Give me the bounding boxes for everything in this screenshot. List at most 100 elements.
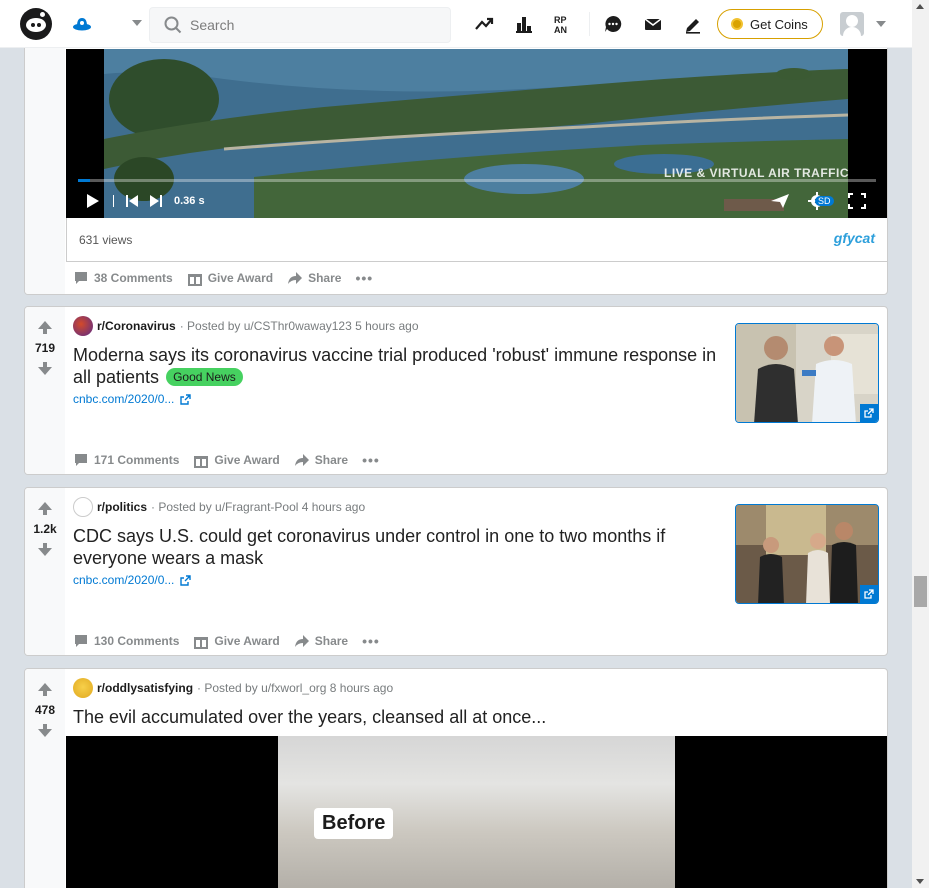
- downvote-arrow-icon[interactable]: [38, 729, 52, 737]
- post-card[interactable]: 719 r/Coronavirus · Posted by u/CSThr0wa…: [24, 306, 888, 475]
- post-title[interactable]: Moderna says its coronavirus vaccine tri…: [73, 344, 733, 388]
- vaccine-thumbnail-image: [736, 324, 878, 422]
- gift-icon: [194, 637, 209, 649]
- post-title[interactable]: The evil accumulated over the years, cle…: [73, 706, 833, 728]
- upvote-arrow-icon[interactable]: [38, 683, 52, 691]
- post-thumbnail[interactable]: [735, 323, 879, 423]
- subreddit-link[interactable]: r/politics: [97, 500, 147, 514]
- create-post-pencil-icon[interactable]: [682, 13, 704, 35]
- post-thumbnail[interactable]: [735, 504, 879, 604]
- upvote-stem: [43, 329, 47, 334]
- quality-badge: SD: [815, 196, 834, 206]
- mail-icon[interactable]: [642, 13, 664, 35]
- chat-icon[interactable]: [602, 13, 624, 35]
- more-options-icon[interactable]: •••: [362, 633, 380, 649]
- more-options-icon[interactable]: •••: [355, 270, 373, 286]
- link-text[interactable]: cnbc.com/2020/0...: [73, 392, 174, 406]
- feed-dropdown-chevron-icon[interactable]: [132, 20, 142, 26]
- posted-by[interactable]: · Posted by u/Fragrant-Pool 4 hours ago: [151, 500, 365, 514]
- give-award-button[interactable]: Give Award: [193, 452, 280, 468]
- upvote-arrow-icon[interactable]: [38, 321, 52, 329]
- scroll-up-arrow-icon[interactable]: [916, 4, 924, 9]
- reddit-logo-icon[interactable]: [20, 8, 52, 40]
- comments-button[interactable]: 38 Comments: [73, 270, 173, 286]
- posted-by[interactable]: · Posted by u/CSThr0waway123 5 hours ago: [180, 319, 419, 333]
- all-stats-icon[interactable]: [513, 13, 535, 35]
- post-title[interactable]: CDC says U.S. could get coronavirus unde…: [73, 525, 713, 569]
- share-label: Share: [308, 271, 342, 285]
- search-bar[interactable]: [149, 7, 451, 43]
- give-award-label: Give Award: [214, 453, 280, 467]
- subreddit-icon[interactable]: [73, 316, 93, 336]
- user-menu-chevron-icon[interactable]: [876, 21, 886, 27]
- post-link[interactable]: cnbc.com/2020/0...: [73, 392, 192, 406]
- send-icon[interactable]: [770, 191, 790, 211]
- post-actions: 130 Comments Give Award Share •••: [73, 629, 394, 653]
- post-body: r/Coronavirus · Posted by u/CSThr0waway1…: [73, 307, 887, 474]
- posted-by[interactable]: · Posted by u/fxworl_org 8 hours ago: [197, 681, 393, 695]
- vote-count: 1.2k: [33, 522, 57, 536]
- upvote-stem: [43, 691, 47, 696]
- external-badge-icon: [860, 585, 878, 603]
- comments-button[interactable]: 130 Comments: [73, 633, 179, 649]
- post-flair[interactable]: Good News: [166, 368, 243, 386]
- scroll-down-arrow-icon[interactable]: [916, 879, 924, 884]
- post-card[interactable]: 1.2k r/politics · Posted by u/Fragrant-P…: [24, 487, 888, 656]
- give-award-button[interactable]: Give Award: [193, 633, 280, 649]
- user-avatar[interactable]: [840, 12, 864, 36]
- vote-column: 719: [25, 307, 65, 474]
- video-progress-bar[interactable]: [78, 179, 876, 182]
- post-card[interactable]: 478 r/oddlysatisfying · Posted by u/fxwo…: [24, 668, 888, 888]
- get-coins-label: Get Coins: [750, 16, 808, 32]
- share-button[interactable]: Share: [294, 633, 348, 649]
- video-overlay-text: LIVE & VIRTUAL AIR TRAFFIC: [664, 166, 849, 180]
- rpan-icon[interactable]: RP AN: [553, 13, 575, 35]
- vote-column: 1.2k: [25, 488, 65, 655]
- gfycat-logo[interactable]: gfycat: [834, 230, 875, 246]
- give-award-button[interactable]: Give Award: [187, 270, 273, 286]
- post-card[interactable]: LIVE & VIRTUAL AIR TRAFFIC 0.36 s SD 631…: [24, 30, 888, 295]
- avatar-body: [843, 27, 861, 36]
- top-header: RPAN Get Coins: [0, 0, 912, 48]
- popular-trending-icon[interactable]: [473, 13, 495, 35]
- home-feed-icon[interactable]: [72, 14, 92, 34]
- skip-forward-icon[interactable]: [149, 191, 163, 211]
- scrollbar-thumb[interactable]: [914, 576, 927, 607]
- video-player[interactable]: Before: [66, 736, 887, 888]
- video-player[interactable]: LIVE & VIRTUAL AIR TRAFFIC 0.36 s SD: [66, 49, 887, 218]
- share-label: Share: [314, 453, 349, 467]
- video-time: 0.36 s: [174, 195, 205, 207]
- vote-count: 719: [34, 341, 56, 355]
- fullscreen-icon[interactable]: [848, 191, 866, 211]
- subreddit-link[interactable]: r/oddlysatisfying: [97, 681, 193, 695]
- subreddit-link[interactable]: r/Coronavirus: [97, 319, 176, 333]
- downvote-arrow-icon[interactable]: [38, 367, 52, 375]
- comment-icon: [75, 635, 87, 647]
- link-text[interactable]: cnbc.com/2020/0...: [73, 573, 174, 587]
- downvote-arrow-icon[interactable]: [38, 548, 52, 556]
- give-award-label: Give Award: [207, 271, 274, 285]
- share-button[interactable]: Share: [294, 452, 348, 468]
- page-scrollbar[interactable]: [912, 0, 929, 888]
- skip-back-icon[interactable]: [125, 191, 139, 211]
- play-icon[interactable]: [86, 191, 100, 211]
- avatar-head: [846, 15, 858, 27]
- share-button[interactable]: Share: [287, 270, 341, 286]
- svg-text:RP: RP: [554, 15, 567, 25]
- video-frame-aerial-island: [104, 49, 848, 218]
- get-coins-button[interactable]: Get Coins: [717, 9, 823, 39]
- give-award-label: Give Award: [214, 634, 280, 648]
- video-progress-fill: [78, 179, 90, 182]
- post-link[interactable]: cnbc.com/2020/0...: [73, 573, 192, 587]
- logo-antenna: [40, 12, 45, 17]
- search-input[interactable]: [190, 16, 440, 34]
- more-options-icon[interactable]: •••: [362, 452, 380, 468]
- logo-eye-right: [37, 23, 41, 27]
- subreddit-icon[interactable]: [73, 678, 93, 698]
- vote-count: 478: [34, 703, 56, 717]
- gfycat-info-bar: 631 views gfycat: [66, 218, 887, 262]
- comments-button[interactable]: 171 Comments: [73, 452, 179, 468]
- post-body: r/politics · Posted by u/Fragrant-Pool 4…: [73, 488, 887, 655]
- upvote-arrow-icon[interactable]: [38, 502, 52, 510]
- subreddit-icon[interactable]: [73, 497, 93, 517]
